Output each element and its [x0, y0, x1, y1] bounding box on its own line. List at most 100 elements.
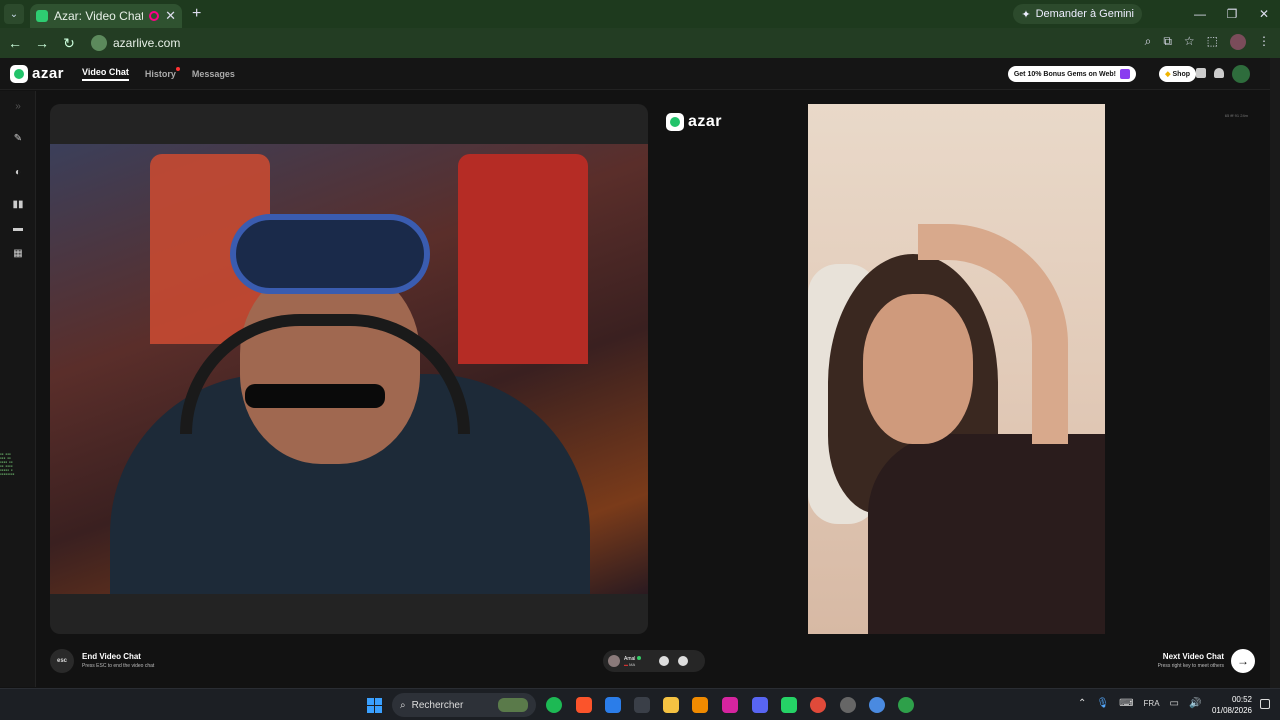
system-clock[interactable]: 00:52 01/08/2026	[1212, 694, 1252, 716]
next-video-chat-button[interactable]: →	[1231, 649, 1255, 673]
extensions-icon[interactable]: ⬚	[1207, 34, 1218, 50]
tray-chevron-icon[interactable]: ⌃	[1078, 698, 1086, 709]
sunglasses	[245, 384, 385, 408]
browser-tab-bar: ⌄ Azar: Video Chat with New ✕ + ✦ Demand…	[0, 0, 1280, 28]
chrome-alt-icon[interactable]	[840, 697, 856, 713]
spotify-icon[interactable]	[546, 697, 562, 713]
recording-icon	[149, 11, 160, 21]
end-video-chat-button[interactable]: esc	[50, 649, 74, 673]
gemini-icon: ✦	[1021, 8, 1031, 21]
peer-details: Amal ▬ MA	[624, 655, 642, 667]
maximize-button[interactable]: ❐	[1216, 0, 1248, 28]
store-icon[interactable]	[634, 697, 650, 713]
volume-icon[interactable]: 🔊	[1189, 698, 1201, 709]
network-icon[interactable]: ▭	[1170, 698, 1179, 709]
language-indicator[interactable]: FRA	[1144, 699, 1160, 708]
zoom-icon[interactable]: ⌕	[1145, 34, 1152, 50]
whatsapp-icon[interactable]	[781, 697, 797, 713]
tab-title: Azar: Video Chat with New	[54, 9, 144, 23]
url-text: azarlive.com	[113, 36, 181, 50]
remote-logo-text: azar	[688, 113, 723, 130]
windows-start-icon[interactable]	[367, 698, 382, 713]
layout-stack-icon[interactable]: ▬	[12, 223, 24, 235]
inbox-icon[interactable]	[1196, 68, 1206, 78]
windows-taskbar: ⌕ Rechercher ⌃ 🎙 ⌨ FRA ▭ 🔊 00:52 01/08/2…	[0, 688, 1280, 720]
gem-icon	[1120, 69, 1130, 79]
vlc-icon[interactable]	[692, 697, 708, 713]
ski-goggles	[230, 214, 430, 294]
chat-bubble-icon[interactable]	[678, 656, 689, 666]
azar-logo[interactable]: azar	[10, 64, 65, 83]
user-avatar[interactable]	[1232, 65, 1250, 83]
url-field[interactable]: azarlive.com	[91, 32, 1191, 54]
remote-user-arm	[918, 224, 1068, 444]
clock-date: 01/08/2026	[1211, 706, 1252, 715]
system-tray: ⌃ 🎙 ⌨ FRA ▭ 🔊	[1078, 698, 1201, 709]
address-bar: ← → ↻ azarlive.com ⌕ ⧉ ☆ ⬚ ⋮	[0, 28, 1280, 58]
layout-side-icon[interactable]: ▮▮	[12, 199, 24, 211]
keyboard-icon[interactable]: ⌨	[1119, 698, 1133, 709]
azar-logo-icon	[666, 113, 684, 131]
bell-icon[interactable]	[1214, 68, 1224, 78]
report-shield-icon[interactable]	[659, 656, 670, 666]
window-controls: — ❐ ✕	[1184, 0, 1280, 28]
wall-shirt	[458, 154, 588, 364]
instagram-icon[interactable]	[722, 697, 738, 713]
nav-history[interactable]: History	[145, 66, 180, 79]
peer-info-pill[interactable]: Amal ▬ MA	[603, 650, 705, 672]
local-video-card	[50, 104, 648, 634]
page-scrollbar[interactable]	[1270, 58, 1280, 688]
remote-video-feed	[808, 104, 1105, 634]
shop-label: Shop	[1172, 70, 1191, 78]
gemini-button[interactable]: ✦ Demander à Gemini	[1013, 4, 1142, 24]
reload-icon[interactable]: ↻	[57, 35, 81, 52]
bonus-gems-button[interactable]: Get 10% Bonus Gems on Web!	[1007, 66, 1136, 82]
nav-video-chat[interactable]: Video Chat	[82, 67, 129, 81]
expand-icon[interactable]: »	[12, 101, 24, 113]
defender-icon[interactable]	[605, 697, 621, 713]
logo-text: azar	[32, 65, 65, 82]
remote-azar-logo: azar	[666, 113, 722, 131]
magic-wand-icon[interactable]: ✎	[12, 133, 24, 145]
minimize-button[interactable]: —	[1184, 0, 1216, 28]
filter-icon[interactable]: ◐	[12, 167, 24, 179]
shop-button[interactable]: ◆ Shop	[1159, 66, 1196, 82]
install-icon[interactable]: ⧉	[1163, 34, 1172, 50]
taskbar-search[interactable]: ⌕ Rechercher	[392, 693, 536, 717]
end-video-chat-title: End Video Chat	[82, 652, 141, 661]
shop-gem-icon: ◆	[1165, 71, 1171, 78]
azar-logo-icon	[10, 64, 28, 83]
bonus-label: Get 10% Bonus Gems on Web!	[1013, 70, 1116, 78]
file-explorer-icon[interactable]	[663, 697, 679, 713]
address-actions: ⌕ ⧉ ☆ ⬚ ⋮	[1145, 34, 1270, 50]
clock-time: 00:52	[1231, 695, 1252, 704]
tab-close-icon[interactable]: ✕	[165, 8, 176, 24]
chrome-profile-icon[interactable]	[869, 697, 885, 713]
remote-user-top	[868, 434, 1105, 634]
back-icon[interactable]: ←	[3, 35, 27, 51]
tab-search-button[interactable]: ⌄	[4, 4, 24, 24]
nav-messages[interactable]: Messages	[192, 69, 235, 79]
layout-grid-icon[interactable]: ▦	[12, 248, 24, 260]
browser-tab[interactable]: Azar: Video Chat with New ✕	[30, 4, 182, 28]
microphone-icon[interactable]: 🎙	[1096, 698, 1109, 709]
browser-menu-icon[interactable]: ⋮	[1258, 34, 1270, 50]
peer-country: MA	[629, 661, 636, 667]
next-video-chat-hint: Press right key to meet others	[1157, 663, 1224, 669]
site-info-icon[interactable]	[91, 35, 107, 51]
chrome-active-icon[interactable]	[898, 697, 914, 713]
brave-icon[interactable]	[576, 697, 592, 713]
close-window-button[interactable]: ✕	[1248, 0, 1280, 28]
new-tab-button[interactable]: +	[192, 5, 201, 23]
notification-icon[interactable]	[1260, 699, 1270, 709]
local-camera-feed	[50, 144, 648, 594]
end-video-chat-hint: Press ESC to end the video chat	[82, 663, 155, 669]
peer-avatar	[608, 655, 620, 667]
discord-icon[interactable]	[752, 697, 768, 713]
profile-avatar[interactable]	[1230, 34, 1246, 50]
overlay-code-snippet: ▪▪ ▪▪▪ ▪▪▪ ▪▪ ▪▪▪▪ ▪▪ ▪▪ ▪▪▪▪ ▪▪▪▪▪ ▪ ▪▪▪▪▪▪▪…	[0, 452, 15, 476]
chrome-icon[interactable]	[810, 697, 826, 713]
bookmark-star-icon[interactable]: ☆	[1184, 34, 1195, 50]
search-icon: ⌕	[400, 699, 406, 711]
forward-icon[interactable]: →	[30, 35, 54, 51]
